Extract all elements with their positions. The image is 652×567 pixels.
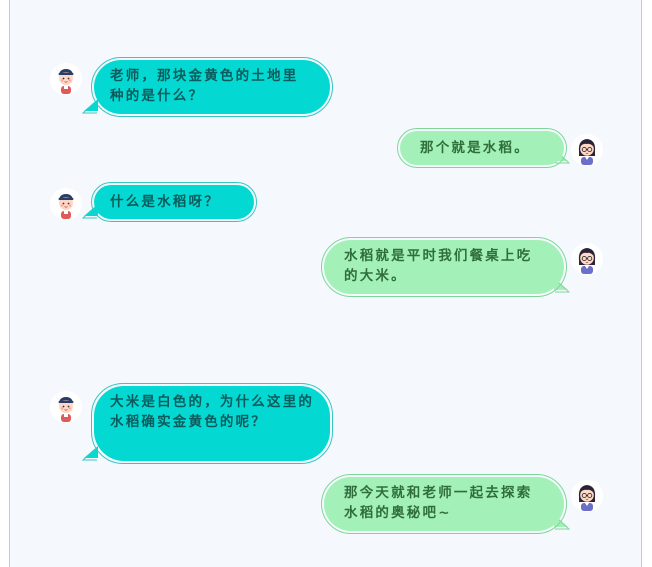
message-text: 水稻就是平时我们餐桌上吃的大米。 (344, 248, 533, 284)
chat-bubble-teacher: 什么是水稻呀？ (91, 182, 257, 222)
message-text: 那个就是水稻。 (420, 140, 530, 156)
teacher-with-glasses-avatar-icon (570, 479, 604, 513)
bubble-tail-left (82, 446, 98, 461)
boy-student-avatar-icon (49, 390, 83, 424)
message-text: 什么是水稻呀？ (110, 194, 220, 210)
message-text: 大米是白色的，为什么这里的水稻确实金黄色的呢？ (110, 394, 315, 430)
chat-bubble-student: 那今天就和老师一起去探索水稻的奥秘吧~ (321, 474, 567, 534)
chat-bubble-teacher: 老师，那块金黄色的土地里种的是什么？ (91, 57, 333, 117)
teacher-with-glasses-avatar-icon (570, 242, 604, 276)
chat-bubble-student: 那个就是水稻。 (397, 128, 567, 168)
boy-student-avatar-icon (49, 62, 83, 96)
teacher-with-glasses-avatar-icon (570, 133, 604, 167)
message-text: 那今天就和老师一起去探索水稻的奥秘吧~ (344, 485, 533, 521)
chat-bubble-teacher: 大米是白色的，为什么这里的水稻确实金黄色的呢？ (91, 383, 333, 464)
message-text: 老师，那块金黄色的土地里种的是什么？ (110, 68, 299, 104)
boy-student-avatar-icon (49, 187, 83, 221)
chat-bubble-student: 水稻就是平时我们餐桌上吃的大米。 (321, 237, 567, 297)
